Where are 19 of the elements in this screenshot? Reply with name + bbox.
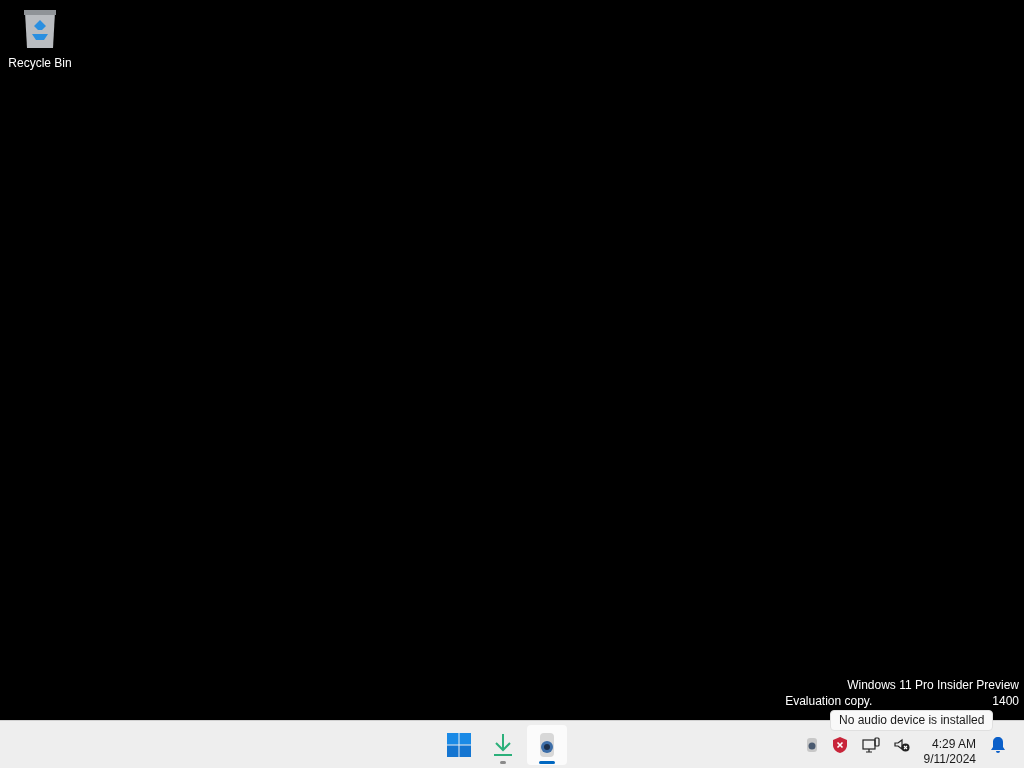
running-indicator (539, 760, 555, 764)
webcam-icon (537, 731, 557, 758)
clock-date[interactable]: 9/11/2024 (923, 751, 976, 767)
watermark-text: Windows 11 Pro Insider Preview (847, 677, 1019, 693)
taskbar-app-button[interactable] (527, 724, 567, 765)
bell-icon[interactable] (990, 735, 1006, 754)
shield-icon[interactable] (831, 735, 848, 754)
clock-time[interactable]: 4:29 AM (931, 736, 976, 752)
tooltip: No audio device is installed (830, 710, 994, 731)
network-icon[interactable] (861, 736, 880, 753)
watermark-text: Evaluation copy. (785, 693, 873, 709)
desktop-icon-label[interactable]: Recycle Bin (8, 54, 72, 72)
webcam-icon[interactable] (805, 736, 818, 753)
windows-logo-icon (447, 732, 471, 757)
watermark-text: 1400 (992, 693, 1019, 709)
recycle-bin-icon[interactable] (22, 8, 58, 50)
download-icon (493, 732, 513, 757)
running-indicator (500, 760, 506, 764)
speaker-muted-icon[interactable] (893, 737, 910, 752)
